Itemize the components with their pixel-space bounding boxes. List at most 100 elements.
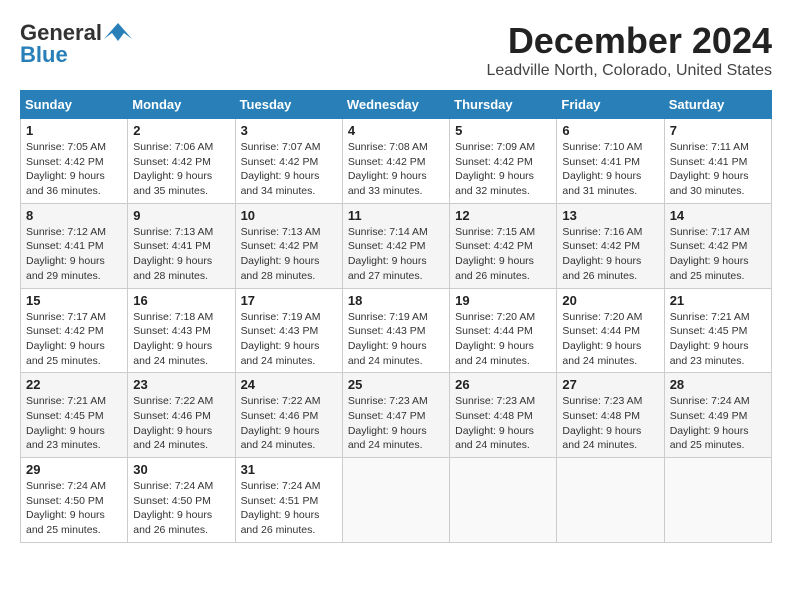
day-number: 16 [133, 293, 229, 308]
logo-bird-icon [104, 21, 132, 45]
day-info: Sunrise: 7:24 AMSunset: 4:50 PMDaylight:… [26, 479, 122, 538]
day-number: 22 [26, 377, 122, 392]
calendar-cell: 17 Sunrise: 7:19 AMSunset: 4:43 PMDayligh… [235, 288, 342, 373]
calendar-cell: 29 Sunrise: 7:24 AMSunset: 4:50 PMDayligh… [21, 458, 128, 543]
day-number: 5 [455, 123, 551, 138]
calendar-cell: 30Sunrise: 7:24 AMSunset: 4:50 PMDayligh… [128, 458, 235, 543]
calendar-cell: 11 Sunrise: 7:14 AMSunset: 4:42 PMDayligh… [342, 203, 449, 288]
day-info: Sunrise: 7:16 AMSunset: 4:42 PMDaylight:… [562, 225, 658, 284]
calendar-week-row: 22 Sunrise: 7:21 AMSunset: 4:45 PMDayligh… [21, 373, 772, 458]
day-number: 14 [670, 208, 766, 223]
day-number: 17 [241, 293, 337, 308]
day-info: Sunrise: 7:19 AMSunset: 4:43 PMDaylight:… [348, 310, 444, 369]
day-number: 6 [562, 123, 658, 138]
calendar-cell: 3 Sunrise: 7:07 AMSunset: 4:42 PMDaylight… [235, 119, 342, 204]
day-info: Sunrise: 7:17 AMSunset: 4:42 PMDaylight:… [26, 310, 122, 369]
day-header-saturday: Saturday [664, 91, 771, 119]
day-info: Sunrise: 7:12 AMSunset: 4:41 PMDaylight:… [26, 225, 122, 284]
calendar-cell: 24 Sunrise: 7:22 AMSunset: 4:46 PMDayligh… [235, 373, 342, 458]
day-info: Sunrise: 7:09 AMSunset: 4:42 PMDaylight:… [455, 140, 551, 199]
day-number: 28 [670, 377, 766, 392]
day-info: Sunrise: 7:11 AMSunset: 4:41 PMDaylight:… [670, 140, 766, 199]
calendar-cell [557, 458, 664, 543]
calendar-cell: 14 Sunrise: 7:17 AMSunset: 4:42 PMDayligh… [664, 203, 771, 288]
calendar-cell: 7 Sunrise: 7:11 AMSunset: 4:41 PMDaylight… [664, 119, 771, 204]
calendar-cell: 31Sunrise: 7:24 AMSunset: 4:51 PMDayligh… [235, 458, 342, 543]
day-header-sunday: Sunday [21, 91, 128, 119]
calendar-week-row: 1Sunrise: 7:05 AMSunset: 4:42 PMDaylight… [21, 119, 772, 204]
day-number: 10 [241, 208, 337, 223]
day-info: Sunrise: 7:21 AMSunset: 4:45 PMDaylight:… [26, 394, 122, 453]
day-info: Sunrise: 7:14 AMSunset: 4:42 PMDaylight:… [348, 225, 444, 284]
calendar-cell [342, 458, 449, 543]
day-info: Sunrise: 7:22 AMSunset: 4:46 PMDaylight:… [133, 394, 229, 453]
day-number: 8 [26, 208, 122, 223]
day-info: Sunrise: 7:07 AMSunset: 4:42 PMDaylight:… [241, 140, 337, 199]
day-header-friday: Friday [557, 91, 664, 119]
day-number: 15 [26, 293, 122, 308]
day-info: Sunrise: 7:17 AMSunset: 4:42 PMDaylight:… [670, 225, 766, 284]
calendar-cell: 2 Sunrise: 7:06 AMSunset: 4:42 PMDaylight… [128, 119, 235, 204]
day-info: Sunrise: 7:08 AMSunset: 4:42 PMDaylight:… [348, 140, 444, 199]
calendar-cell: 15 Sunrise: 7:17 AMSunset: 4:42 PMDayligh… [21, 288, 128, 373]
calendar-week-row: 29 Sunrise: 7:24 AMSunset: 4:50 PMDayligh… [21, 458, 772, 543]
calendar-cell: 22 Sunrise: 7:21 AMSunset: 4:45 PMDayligh… [21, 373, 128, 458]
day-number: 3 [241, 123, 337, 138]
day-info: Sunrise: 7:13 AMSunset: 4:41 PMDaylight:… [133, 225, 229, 284]
calendar-cell: 10 Sunrise: 7:13 AMSunset: 4:42 PMDayligh… [235, 203, 342, 288]
day-number: 29 [26, 462, 122, 477]
day-info: Sunrise: 7:21 AMSunset: 4:45 PMDaylight:… [670, 310, 766, 369]
calendar-week-row: 15 Sunrise: 7:17 AMSunset: 4:42 PMDayligh… [21, 288, 772, 373]
calendar-cell: 1Sunrise: 7:05 AMSunset: 4:42 PMDaylight… [21, 119, 128, 204]
calendar-cell: 28Sunrise: 7:24 AMSunset: 4:49 PMDayligh… [664, 373, 771, 458]
day-info: Sunrise: 7:23 AMSunset: 4:47 PMDaylight:… [348, 394, 444, 453]
day-number: 23 [133, 377, 229, 392]
day-info: Sunrise: 7:10 AMSunset: 4:41 PMDaylight:… [562, 140, 658, 199]
day-info: Sunrise: 7:15 AMSunset: 4:42 PMDaylight:… [455, 225, 551, 284]
day-number: 20 [562, 293, 658, 308]
day-info: Sunrise: 7:06 AMSunset: 4:42 PMDaylight:… [133, 140, 229, 199]
calendar-cell: 27Sunrise: 7:23 AMSunset: 4:48 PMDayligh… [557, 373, 664, 458]
logo: General Blue [20, 20, 132, 68]
calendar-cell: 9 Sunrise: 7:13 AMSunset: 4:41 PMDaylight… [128, 203, 235, 288]
day-number: 7 [670, 123, 766, 138]
day-number: 9 [133, 208, 229, 223]
calendar-cell: 12 Sunrise: 7:15 AMSunset: 4:42 PMDayligh… [450, 203, 557, 288]
day-info: Sunrise: 7:20 AMSunset: 4:44 PMDaylight:… [562, 310, 658, 369]
day-number: 4 [348, 123, 444, 138]
day-info: Sunrise: 7:24 AMSunset: 4:51 PMDaylight:… [241, 479, 337, 538]
calendar-cell: 19 Sunrise: 7:20 AMSunset: 4:44 PMDayligh… [450, 288, 557, 373]
day-info: Sunrise: 7:24 AMSunset: 4:50 PMDaylight:… [133, 479, 229, 538]
day-info: Sunrise: 7:20 AMSunset: 4:44 PMDaylight:… [455, 310, 551, 369]
day-number: 12 [455, 208, 551, 223]
month-title: December 2024 [487, 20, 773, 62]
calendar-cell: 5 Sunrise: 7:09 AMSunset: 4:42 PMDaylight… [450, 119, 557, 204]
title-area: December 2024 Leadville North, Colorado,… [487, 20, 773, 80]
day-info: Sunrise: 7:13 AMSunset: 4:42 PMDaylight:… [241, 225, 337, 284]
day-info: Sunrise: 7:18 AMSunset: 4:43 PMDaylight:… [133, 310, 229, 369]
calendar-cell: 25Sunrise: 7:23 AMSunset: 4:47 PMDayligh… [342, 373, 449, 458]
location-title: Leadville North, Colorado, United States [487, 62, 773, 80]
day-info: Sunrise: 7:22 AMSunset: 4:46 PMDaylight:… [241, 394, 337, 453]
day-header-tuesday: Tuesday [235, 91, 342, 119]
day-number: 11 [348, 208, 444, 223]
day-header-thursday: Thursday [450, 91, 557, 119]
day-info: Sunrise: 7:05 AMSunset: 4:42 PMDaylight:… [26, 140, 122, 199]
day-number: 2 [133, 123, 229, 138]
calendar-cell: 16 Sunrise: 7:18 AMSunset: 4:43 PMDayligh… [128, 288, 235, 373]
calendar-cell [450, 458, 557, 543]
calendar-cell: 6 Sunrise: 7:10 AMSunset: 4:41 PMDaylight… [557, 119, 664, 204]
day-header-monday: Monday [128, 91, 235, 119]
calendar-cell: 18Sunrise: 7:19 AMSunset: 4:43 PMDayligh… [342, 288, 449, 373]
calendar-table: SundayMondayTuesdayWednesdayThursdayFrid… [20, 90, 772, 543]
day-number: 24 [241, 377, 337, 392]
page-header: General Blue December 2024 Leadville Nor… [20, 20, 772, 80]
day-info: Sunrise: 7:19 AMSunset: 4:43 PMDaylight:… [241, 310, 337, 369]
day-info: Sunrise: 7:23 AMSunset: 4:48 PMDaylight:… [455, 394, 551, 453]
calendar-cell: 21Sunrise: 7:21 AMSunset: 4:45 PMDayligh… [664, 288, 771, 373]
day-number: 19 [455, 293, 551, 308]
calendar-cell [664, 458, 771, 543]
day-info: Sunrise: 7:23 AMSunset: 4:48 PMDaylight:… [562, 394, 658, 453]
calendar-cell: 4 Sunrise: 7:08 AMSunset: 4:42 PMDaylight… [342, 119, 449, 204]
calendar-cell: 26Sunrise: 7:23 AMSunset: 4:48 PMDayligh… [450, 373, 557, 458]
